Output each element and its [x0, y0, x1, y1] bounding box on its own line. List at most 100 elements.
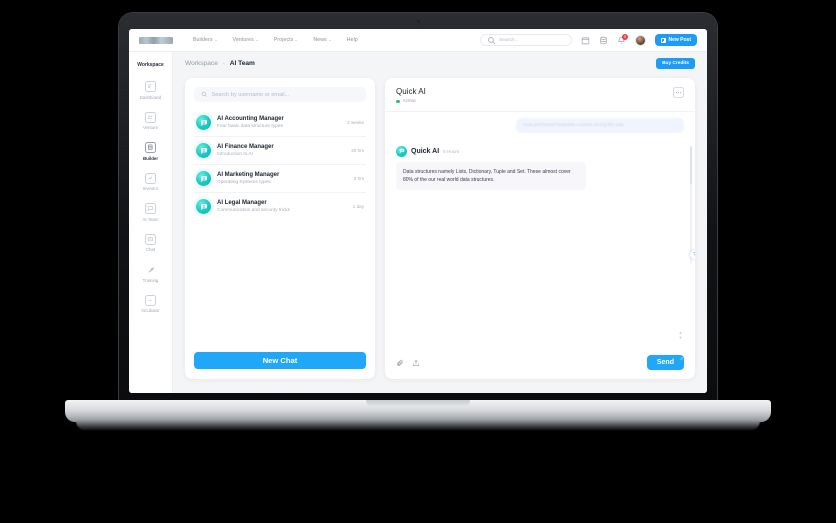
- calendar-icon[interactable]: [581, 36, 590, 45]
- nav-label: Help: [346, 37, 358, 43]
- agent-text: AI Finance Manager Introduction to AI: [217, 144, 345, 157]
- laptop-foot-shadow: [76, 421, 760, 430]
- message-composer: ▲ ▼ Send: [385, 331, 695, 379]
- brand-logo[interactable]: [139, 36, 173, 44]
- chat-icon: [145, 233, 156, 245]
- app-body: Workspace Dashboard Venture Builder Inve…: [129, 52, 707, 393]
- sidebar-item-dashboard[interactable]: Dashboard: [129, 81, 172, 100]
- notification-badge: 5: [621, 33, 628, 40]
- new-chat-button[interactable]: New Chat: [194, 352, 366, 369]
- agent-avatar-icon: [196, 143, 211, 158]
- sidebar-item-incubator[interactable]: Incubator: [129, 294, 172, 313]
- agent-text: AI Accounting Manager Four basic data st…: [217, 116, 341, 129]
- sidebar-item-venture[interactable]: Venture: [129, 111, 172, 130]
- nav-label: Projects: [273, 37, 294, 43]
- nav-item-projects[interactable]: Projects: [274, 37, 298, 43]
- global-search-input[interactable]: Search...: [479, 34, 572, 46]
- incubator-icon: [145, 294, 156, 306]
- chevron-down-icon: [255, 39, 258, 41]
- sidebar-label: Dashboard: [139, 94, 162, 100]
- search-icon: [487, 36, 496, 45]
- chat-panel: Quick AI Active most purchased business …: [385, 78, 695, 379]
- nav-label: News: [313, 37, 327, 43]
- more-options-icon[interactable]: [673, 87, 684, 98]
- sidebar-label: Investor: [142, 186, 159, 191]
- breadcrumb-current: AI Team: [229, 59, 255, 67]
- list-item[interactable]: AI Finance Manager Introduction to AI 20…: [194, 137, 366, 165]
- message-bubble: Data structures namely Lists, Dictionary…: [396, 161, 586, 191]
- chat-scrollbar-thumb[interactable]: [690, 146, 692, 184]
- sidebar-label: Chat: [145, 247, 156, 252]
- message-input[interactable]: ▲ ▼: [396, 331, 684, 361]
- agent-avatar-icon: [196, 199, 211, 214]
- builder-icon: [145, 142, 156, 153]
- venture-icon: [145, 111, 156, 123]
- breadcrumb-bar: Workspace - AI Team Buy Credits: [173, 52, 707, 74]
- agent-avatar-icon: [196, 171, 211, 186]
- status-dot-icon: [396, 99, 400, 104]
- stepper-icon[interactable]: ▲ ▼: [678, 331, 683, 340]
- chevron-down-icon: [214, 39, 217, 41]
- nav-item-help[interactable]: Help: [347, 37, 358, 43]
- status-badge: Active: [396, 99, 426, 104]
- search-icon: [201, 91, 208, 98]
- nav-item-news[interactable]: News: [313, 37, 331, 43]
- sidebar-item-investor[interactable]: Investor: [129, 172, 172, 191]
- paperclip-icon[interactable]: [396, 359, 404, 367]
- webcam-dot: [416, 20, 420, 23]
- top-bar-actions: Search... 5 New Post: [479, 33, 697, 46]
- message-sender-name: Quick AI: [411, 147, 440, 155]
- share-upload-icon[interactable]: [412, 359, 420, 367]
- agent-name: AI Legal Manager: [217, 200, 267, 207]
- agent-subtitle: Communication and security tricks: [217, 207, 291, 213]
- agent-timestamp: 1 day: [352, 204, 364, 209]
- sidebar-label: AI Team: [142, 216, 159, 222]
- sidebar-item-builder[interactable]: Builder: [129, 142, 172, 161]
- agent-list-panel: Search by username or email... AI Accoun…: [185, 78, 375, 379]
- database-icon[interactable]: [599, 36, 608, 45]
- breadcrumb-root[interactable]: Workspace: [185, 60, 218, 67]
- help-circle-icon[interactable]: ?: [690, 250, 695, 259]
- message-assistant: Quick AI 5 Hours Data structures namely …: [396, 145, 684, 191]
- list-item[interactable]: AI Marketing Manager Operating Systems t…: [194, 165, 366, 193]
- agent-list: AI Accounting Manager Four basic data st…: [194, 109, 366, 344]
- top-navigation-bar: Builders Ventures Projects News Help Sea…: [129, 29, 707, 52]
- user-avatar[interactable]: [634, 34, 646, 46]
- main-content: Workspace - AI Team Buy Credits Search b…: [173, 52, 707, 393]
- agent-name: AI Marketing Manager: [217, 172, 280, 179]
- panels-row: Search by username or email... AI Accoun…: [173, 74, 707, 393]
- agent-timestamp: 3 hrs: [353, 176, 364, 181]
- workspace-sidebar: Workspace Dashboard Venture Builder Inve…: [129, 52, 173, 393]
- sidebar-item-chat[interactable]: Chat: [129, 233, 172, 252]
- chat-header-text: Quick AI Active: [396, 87, 426, 104]
- sidebar-item-ai-team[interactable]: AI Team: [129, 203, 172, 222]
- bell-icon[interactable]: 5: [617, 33, 628, 45]
- nav-item-builders[interactable]: Builders: [193, 37, 217, 43]
- sidebar-item-training[interactable]: Training: [129, 264, 172, 283]
- chevron-down-icon: [295, 39, 298, 41]
- new-post-label: New Post: [668, 37, 691, 43]
- agent-search-placeholder: Search by username or email...: [211, 91, 290, 98]
- sidebar-label: Incubator: [141, 308, 160, 313]
- laptop-lid: Builders Ventures Projects News Help Sea…: [119, 13, 717, 403]
- new-post-button[interactable]: New Post: [654, 34, 697, 46]
- nav-item-ventures[interactable]: Ventures: [233, 37, 258, 43]
- list-item[interactable]: AI Accounting Manager Four basic data st…: [194, 109, 366, 137]
- laptop-screen: Builders Ventures Projects News Help Sea…: [129, 29, 707, 393]
- agent-subtitle: Four basic data structure types: [217, 123, 283, 129]
- sidebar-title: Workspace: [137, 62, 164, 68]
- agent-search-input[interactable]: Search by username or email...: [194, 87, 366, 102]
- training-icon: [145, 264, 156, 275]
- nav-label: Builders: [193, 37, 213, 43]
- status-label: Active: [402, 99, 416, 104]
- resize-handle-icon[interactable]: [677, 348, 684, 361]
- agent-name: AI Accounting Manager: [217, 116, 284, 123]
- agent-timestamp: 2 weeks: [347, 120, 364, 125]
- agent-subtitle: Operating Systems types: [217, 179, 271, 185]
- buy-credits-button[interactable]: Buy Credits: [656, 57, 695, 69]
- list-item[interactable]: AI Legal Manager Communication and secur…: [194, 193, 366, 220]
- composer-actions: Send: [396, 355, 684, 370]
- agent-subtitle: Introduction to AI: [217, 151, 253, 157]
- sidebar-label: Training: [142, 277, 159, 283]
- agent-text: AI Marketing Manager Operating Systems t…: [217, 172, 348, 185]
